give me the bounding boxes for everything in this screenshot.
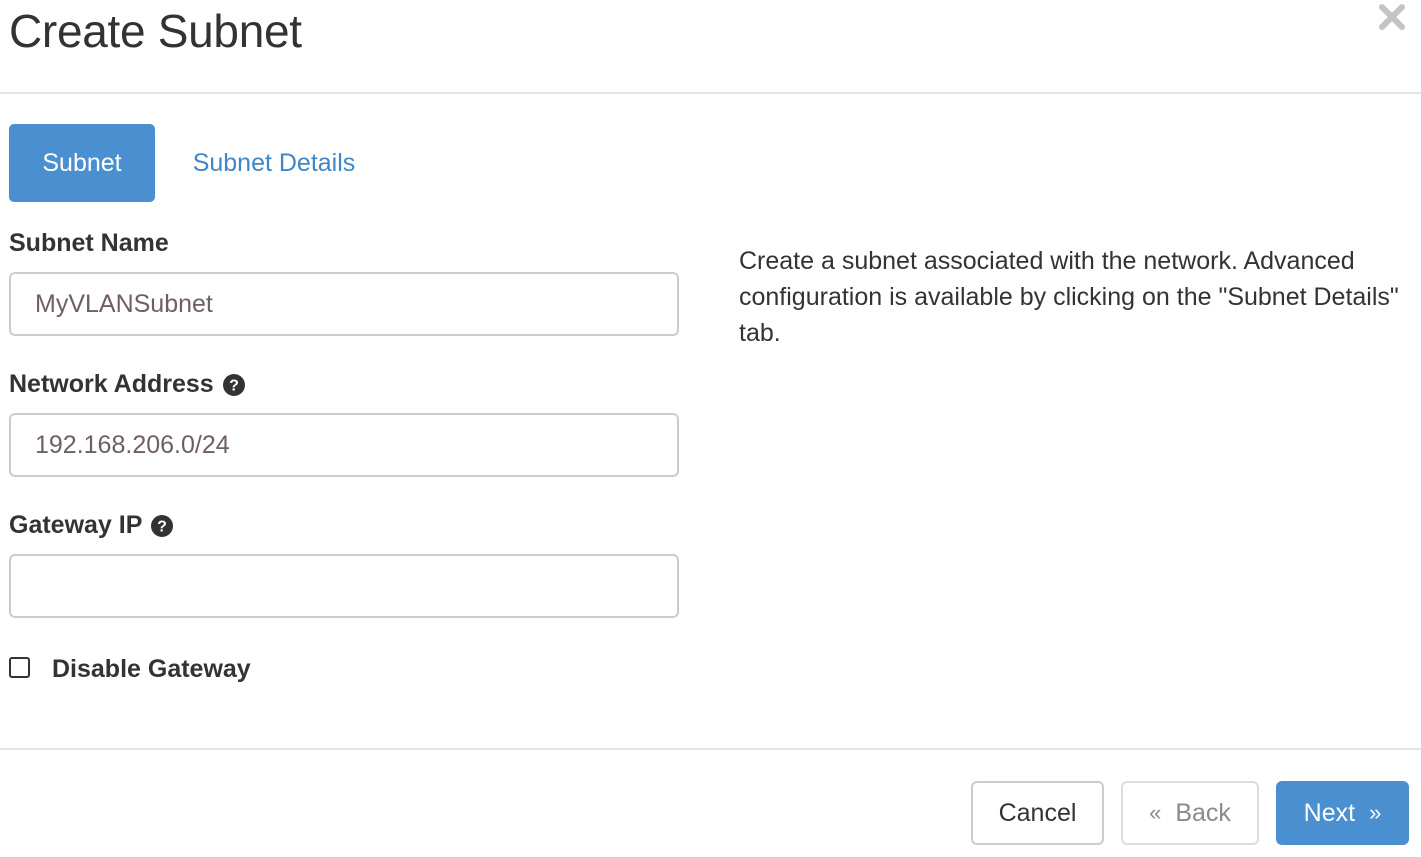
close-icon[interactable] — [1378, 3, 1406, 36]
subnet-name-label: Subnet Name — [9, 229, 169, 258]
disable-gateway-label[interactable]: Disable Gateway — [52, 655, 251, 684]
svg-text:?: ? — [229, 377, 239, 394]
subnet-name-input[interactable] — [9, 272, 679, 336]
disable-gateway-checkbox[interactable] — [9, 657, 30, 678]
gateway-ip-input[interactable] — [9, 554, 679, 618]
gateway-ip-label-text: Gateway IP — [9, 511, 143, 539]
question-circle-icon[interactable]: ? — [150, 514, 174, 538]
tab-subnet[interactable]: Subnet — [9, 124, 155, 202]
next-button-label: Next — [1303, 798, 1356, 827]
footer-divider — [0, 748, 1421, 750]
double-chevron-left-icon: « — [1149, 800, 1162, 825]
cancel-button-label: Cancel — [998, 798, 1077, 827]
help-text: Create a subnet associated with the netw… — [739, 247, 1399, 347]
network-address-label: Network Address ? — [9, 370, 246, 399]
network-address-input[interactable] — [9, 413, 679, 477]
gateway-ip-label: Gateway IP ? — [9, 511, 174, 540]
subnet-name-label-text: Subnet Name — [9, 229, 169, 257]
modal-title: Create Subnet — [9, 5, 302, 57]
back-button[interactable]: « Back — [1121, 781, 1259, 845]
header-divider — [0, 92, 1421, 94]
double-chevron-right-icon: » — [1369, 800, 1382, 825]
svg-text:?: ? — [158, 518, 168, 535]
close-button[interactable] — [1375, 2, 1409, 36]
network-address-label-text: Network Address — [9, 370, 214, 398]
back-button-label: Back — [1175, 798, 1231, 827]
tab-subnet-details[interactable]: Subnet Details — [176, 124, 372, 202]
cancel-button[interactable]: Cancel — [971, 781, 1104, 845]
next-button[interactable]: Next » — [1276, 781, 1409, 845]
question-circle-icon[interactable]: ? — [222, 373, 246, 397]
